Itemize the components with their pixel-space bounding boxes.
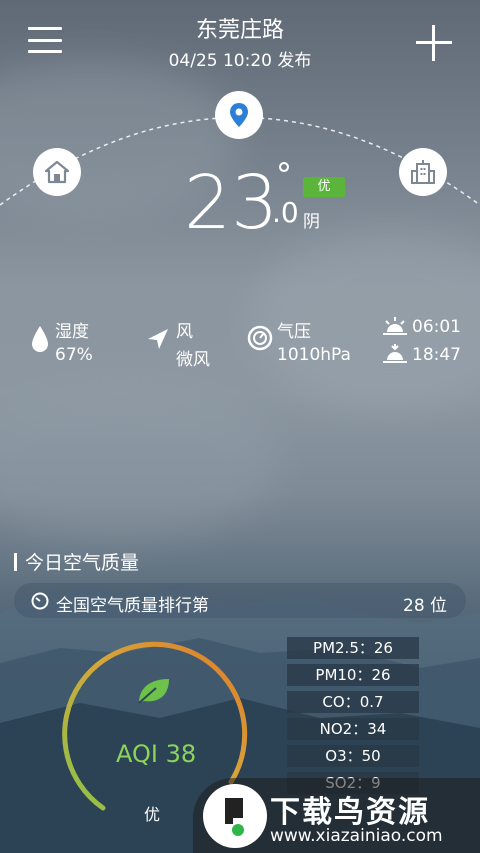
weather-condition: 阴 [303, 212, 320, 232]
watermark-title: 下载鸟资源 [270, 795, 430, 830]
sunset-time: 18:47 [412, 345, 461, 365]
leaf-icon [138, 679, 169, 704]
publish-time: 04/25 10:20 发布 [168, 51, 312, 71]
pollutant-co: CO：0.7 [287, 691, 419, 713]
cloud-decoration [0, 380, 280, 540]
pollutant-no2: NO2：34 [287, 718, 419, 740]
home-icon [44, 160, 70, 184]
city-title[interactable]: 东莞庄路 [0, 12, 480, 44]
humidity-icon [32, 326, 48, 352]
aqi-value: AQI 38 [116, 740, 197, 768]
sunrise-time: 06:01 [412, 317, 461, 337]
degree-symbol: ° [276, 156, 292, 194]
building-icon [411, 160, 435, 184]
rank-value: 28 位 [403, 596, 448, 616]
pressure-value: 1010hPa [277, 345, 351, 365]
humidity-value: 67% [55, 345, 93, 365]
watermark-logo [203, 784, 267, 848]
add-city-button[interactable] [416, 25, 452, 61]
location-icon [230, 103, 248, 127]
watermark-url: www.xiazainiao.com [270, 826, 443, 846]
sunset-icon [383, 344, 407, 363]
wind-value: 微风 [176, 350, 210, 370]
air-quality-badge: 优 [303, 177, 345, 197]
air-quality-title: 今日空气质量 [14, 548, 139, 575]
pressure-icon [247, 325, 273, 351]
home-button[interactable] [33, 148, 81, 196]
wind-icon [148, 329, 168, 349]
aqi-level: 优 [144, 805, 161, 824]
office-button[interactable] [399, 148, 447, 196]
wind-label: 风 [176, 322, 193, 342]
pressure-label: 气压 [277, 322, 311, 342]
temperature-value: 23 [184, 160, 279, 246]
rank-label: 全国空气质量排行第 [56, 596, 209, 616]
temperature-decimal: .0 [272, 196, 299, 229]
humidity-label: 湿度 [55, 322, 89, 342]
pollutant-pm25: PM2.5：26 [287, 637, 419, 659]
pollutant-o3: O3：50 [287, 745, 419, 767]
sunrise-icon [383, 317, 407, 335]
pollutant-pm10: PM10：26 [287, 664, 419, 686]
rank-gauge-icon [31, 592, 49, 610]
location-button[interactable] [215, 91, 263, 139]
